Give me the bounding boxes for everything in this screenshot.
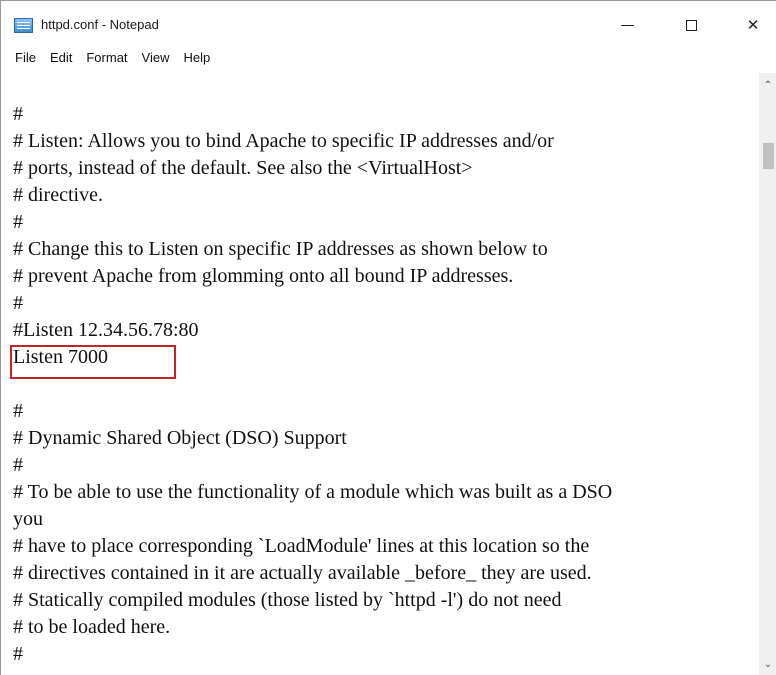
chevron-down-icon[interactable]: ⌄: [759, 658, 776, 672]
maximize-icon: [685, 19, 697, 31]
editor-text[interactable]: # # Listen: Allows you to bind Apache to…: [13, 101, 612, 668]
maximize-button[interactable]: [668, 9, 714, 41]
close-button[interactable]: ✕: [730, 9, 776, 41]
minimize-button[interactable]: [604, 9, 650, 41]
chevron-up-icon[interactable]: ⌃: [759, 79, 776, 93]
notepad-window: httpd.conf - Notepad ✕ File Edit Format …: [0, 0, 776, 675]
title-bar[interactable]: httpd.conf - Notepad ✕: [1, 1, 776, 39]
menu-help[interactable]: Help: [176, 45, 217, 71]
scrollbar-thumb[interactable]: [763, 143, 774, 169]
close-icon: ✕: [746, 17, 760, 34]
menu-view[interactable]: View: [135, 45, 177, 71]
minimize-icon: [620, 24, 634, 26]
menu-edit[interactable]: Edit: [43, 45, 79, 71]
vertical-scrollbar[interactable]: ⌃ ⌄: [759, 73, 776, 675]
text-editor-area[interactable]: # # Listen: Allows you to bind Apache to…: [2, 73, 759, 675]
listen-7000-highlight-box: [10, 345, 176, 379]
notepad-icon: [14, 18, 33, 33]
window-title: httpd.conf - Notepad: [41, 17, 159, 32]
menu-bar: File Edit Format View Help: [1, 45, 776, 71]
menu-file[interactable]: File: [1, 45, 43, 71]
menu-format[interactable]: Format: [79, 45, 134, 71]
